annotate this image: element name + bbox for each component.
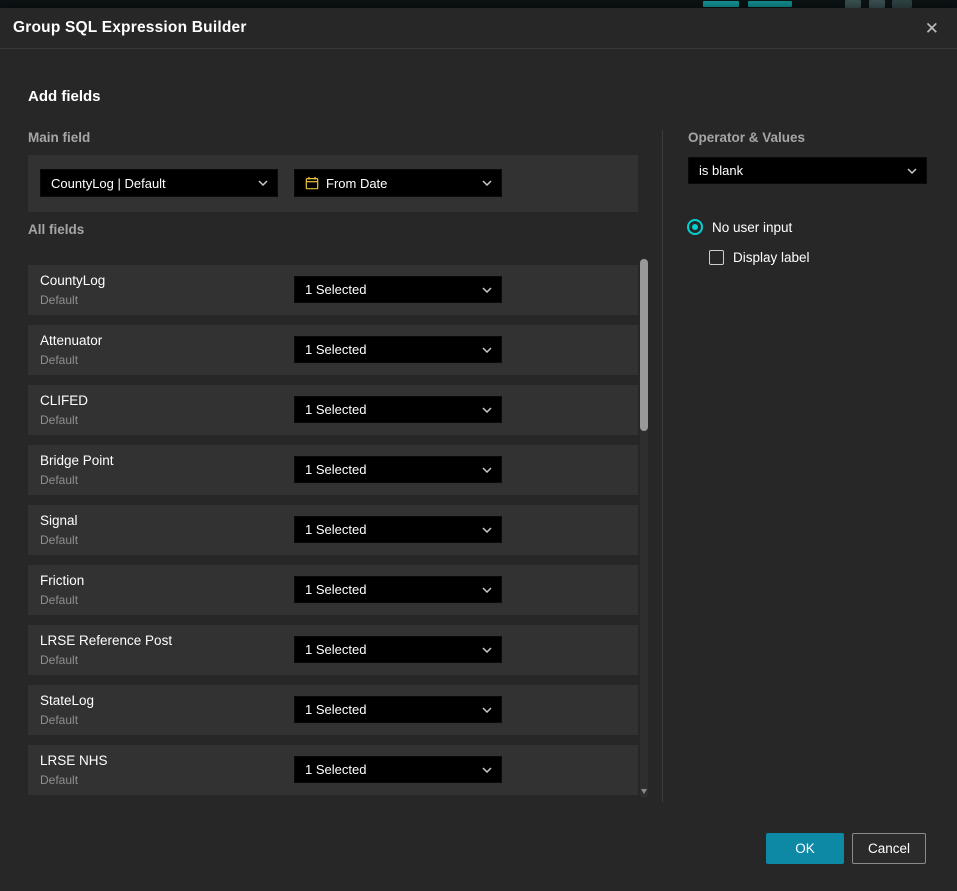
field-subtitle: Default — [40, 653, 78, 667]
display-label-checkbox[interactable]: Display label — [709, 250, 810, 265]
field-name: Signal — [40, 513, 78, 528]
chevron-down-icon — [482, 587, 492, 593]
chevron-down-icon — [482, 647, 492, 653]
field-subtitle: Default — [40, 473, 78, 487]
field-selected-dropdown[interactable]: 1 Selected — [294, 636, 502, 663]
field-name: StateLog — [40, 693, 94, 708]
field-subtitle: Default — [40, 773, 78, 787]
display-label-label: Display label — [733, 250, 810, 265]
chevron-down-icon — [482, 287, 492, 293]
background-toolbar-icon — [869, 0, 885, 8]
page-title: Group SQL Expression Builder — [13, 19, 247, 37]
field-subtitle: Default — [40, 413, 78, 427]
chevron-down-icon — [258, 180, 268, 186]
dialog-group-sql-expression-builder: Group SQL Expression Builder ✕ Add field… — [0, 8, 957, 891]
field-name: Friction — [40, 573, 84, 588]
field-selected-dropdown[interactable]: 1 Selected — [294, 516, 502, 543]
background-teal-tab — [703, 1, 739, 7]
field-selected-value: 1 Selected — [305, 402, 474, 417]
field-selected-dropdown[interactable]: 1 Selected — [294, 696, 502, 723]
close-icon[interactable]: ✕ — [921, 16, 943, 41]
vertical-divider — [662, 130, 663, 802]
field-row: Attenuator Default 1 Selected — [28, 325, 638, 375]
no-user-input-radio[interactable]: No user input — [687, 219, 792, 235]
chevron-down-icon — [482, 767, 492, 773]
field-selected-dropdown[interactable]: 1 Selected — [294, 576, 502, 603]
field-name: Attenuator — [40, 333, 102, 348]
field-selected-value: 1 Selected — [305, 522, 474, 537]
field-selected-value: 1 Selected — [305, 762, 474, 777]
field-selected-dropdown[interactable]: 1 Selected — [294, 336, 502, 363]
cancel-button[interactable]: Cancel — [852, 833, 926, 864]
chevron-down-icon — [482, 527, 492, 533]
main-field-date-dropdown[interactable]: From Date — [294, 169, 502, 197]
main-field-panel: CountyLog | Default From Date — [28, 155, 638, 212]
field-name: CLIFED — [40, 393, 88, 408]
all-fields-label: All fields — [28, 222, 84, 237]
operator-values-heading: Operator & Values — [688, 130, 805, 145]
field-row: StateLog Default 1 Selected — [28, 685, 638, 735]
scrollbar-thumb[interactable] — [640, 259, 648, 431]
field-row: Friction Default 1 Selected — [28, 565, 638, 615]
field-selected-value: 1 Selected — [305, 462, 474, 477]
no-user-input-label: No user input — [712, 220, 792, 235]
chevron-down-icon — [482, 707, 492, 713]
field-selected-value: 1 Selected — [305, 642, 474, 657]
field-name: LRSE NHS — [40, 753, 108, 768]
main-field-source-value: CountyLog | Default — [51, 176, 250, 191]
chevron-down-icon — [482, 467, 492, 473]
chevron-down-icon — [482, 180, 492, 186]
field-row: CLIFED Default 1 Selected — [28, 385, 638, 435]
scrollbar-track[interactable] — [640, 258, 648, 798]
field-selected-value: 1 Selected — [305, 282, 474, 297]
main-field-label: Main field — [28, 130, 90, 145]
ok-button[interactable]: OK — [766, 833, 844, 864]
operator-dropdown[interactable]: is blank — [688, 157, 927, 184]
field-selected-dropdown[interactable]: 1 Selected — [294, 456, 502, 483]
chevron-down-icon — [482, 347, 492, 353]
add-fields-heading: Add fields — [28, 88, 101, 105]
background-app-strip — [0, 0, 957, 8]
chevron-down-icon — [482, 407, 492, 413]
all-fields-list: CountyLog Default 1 Selected Attenuator … — [28, 265, 638, 805]
background-toolbar-icon — [845, 0, 861, 8]
checkbox-unchecked-icon — [709, 250, 724, 265]
field-row: LRSE NHS Default 1 Selected — [28, 745, 638, 795]
field-selected-value: 1 Selected — [305, 342, 474, 357]
field-selected-value: 1 Selected — [305, 702, 474, 717]
field-row: CountyLog Default 1 Selected — [28, 265, 638, 315]
radio-selected-icon — [687, 219, 703, 235]
field-name: Bridge Point — [40, 453, 114, 468]
field-subtitle: Default — [40, 353, 78, 367]
field-subtitle: Default — [40, 713, 78, 727]
field-row: Bridge Point Default 1 Selected — [28, 445, 638, 495]
scrollbar-down-arrow[interactable] — [641, 789, 647, 794]
field-subtitle: Default — [40, 293, 78, 307]
screen: Group SQL Expression Builder ✕ Add field… — [0, 0, 957, 891]
field-row: Signal Default 1 Selected — [28, 505, 638, 555]
field-selected-dropdown[interactable]: 1 Selected — [294, 756, 502, 783]
calendar-icon — [305, 176, 319, 190]
field-selected-dropdown[interactable]: 1 Selected — [294, 276, 502, 303]
background-teal-tab — [748, 1, 792, 7]
dialog-header: Group SQL Expression Builder ✕ — [0, 8, 957, 49]
field-row: LRSE Reference Post Default 1 Selected — [28, 625, 638, 675]
field-name: CountyLog — [40, 273, 105, 288]
operator-value: is blank — [699, 163, 899, 178]
main-field-date-value: From Date — [326, 176, 474, 191]
field-selected-dropdown[interactable]: 1 Selected — [294, 396, 502, 423]
main-field-source-dropdown[interactable]: CountyLog | Default — [40, 169, 278, 197]
chevron-down-icon — [907, 168, 917, 174]
field-selected-value: 1 Selected — [305, 582, 474, 597]
background-toolbar-icon — [892, 0, 912, 8]
field-subtitle: Default — [40, 593, 78, 607]
field-name: LRSE Reference Post — [40, 633, 172, 648]
field-subtitle: Default — [40, 533, 78, 547]
